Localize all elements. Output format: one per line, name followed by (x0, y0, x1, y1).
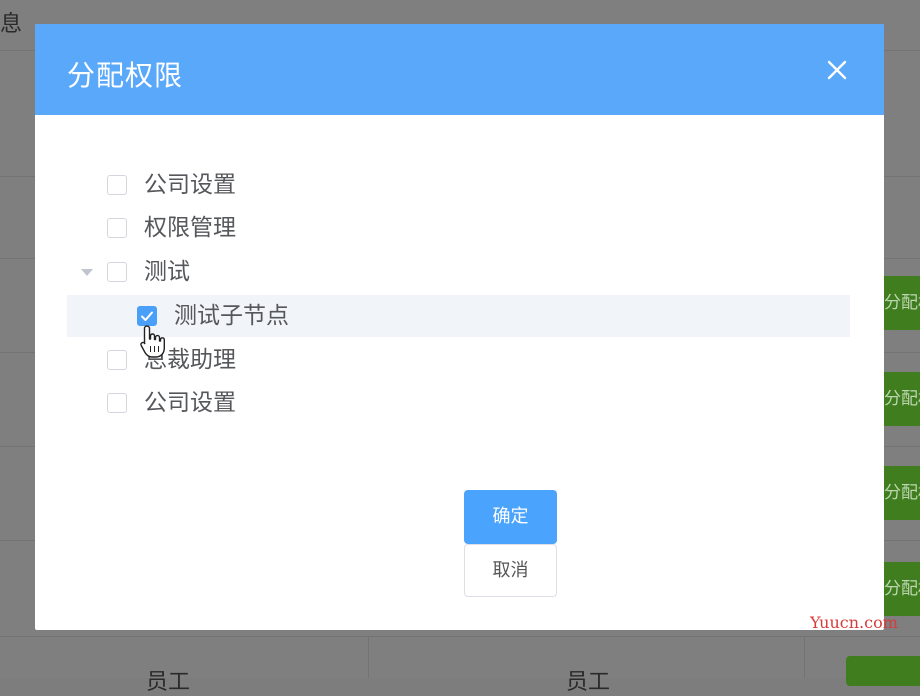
background-column-divider (368, 636, 369, 678)
tree-node-label: 权限管理 (144, 215, 236, 241)
tree-node-checkbox[interactable] (107, 218, 127, 238)
tree-node-test-child[interactable]: 测试子节点 (67, 295, 850, 337)
tree-node-test[interactable]: 测试 (67, 251, 850, 293)
background-assign-button: 分配权 (884, 562, 920, 616)
background-assign-button: 分配权 (884, 372, 920, 426)
watermark-text: Yuucn.com (810, 613, 898, 632)
background-assign-button: 分配权 (884, 466, 920, 520)
tree-node-label: 测试子节点 (174, 303, 289, 329)
tree-node-permission-management[interactable]: 权限管理 (67, 207, 850, 249)
tree-node-checkbox[interactable] (137, 306, 157, 326)
background-divider (0, 636, 920, 637)
tree-node-company-settings[interactable]: 公司设置 (67, 164, 850, 206)
tree-node-label: 公司设置 (144, 390, 236, 416)
tree-node-checkbox[interactable] (107, 350, 127, 370)
hand-cursor-icon (140, 325, 165, 358)
tree-node-checkbox[interactable] (107, 175, 127, 195)
tree-node-label: 公司设置 (144, 172, 236, 198)
tree-node-ceo-assistant[interactable]: 总裁助理 (67, 339, 850, 381)
caret-down-icon[interactable] (81, 269, 93, 276)
confirm-button[interactable]: 确定 (464, 490, 557, 544)
tree-node-checkbox[interactable] (107, 393, 127, 413)
background-footer-cell: 员工 (566, 670, 611, 695)
tree-node-company-settings-2[interactable]: 公司设置 (67, 382, 850, 424)
tree-node-checkbox[interactable] (107, 262, 127, 282)
dialog-header: 分配权限 (35, 24, 884, 115)
check-icon (141, 311, 153, 321)
background-assign-button (846, 656, 920, 686)
background-column-divider (804, 636, 805, 678)
background-footer-cell: 员工 (146, 670, 191, 695)
assign-permission-dialog: 分配权限 公司设置 权限管理 测试 测试子节点 总裁助理 公司设置 确定 取消 (35, 24, 884, 630)
cancel-button[interactable]: 取消 (464, 544, 557, 597)
background-header-text: 息 (0, 12, 23, 37)
dialog-title: 分配权限 (67, 59, 184, 92)
close-icon[interactable] (825, 58, 849, 82)
tree-node-label: 测试 (144, 259, 190, 285)
background-assign-button: 分配权 (884, 276, 920, 330)
